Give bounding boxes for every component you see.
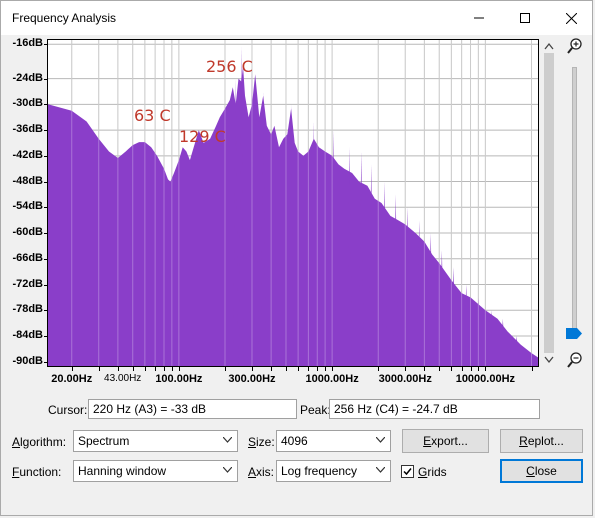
spectrum-chart xyxy=(48,40,538,366)
x-tick-mark xyxy=(117,367,119,371)
y-tick-label: -90dB xyxy=(12,354,43,367)
function-value: Hanning window xyxy=(78,464,167,478)
y-tick-label: -84dB xyxy=(12,328,43,341)
x-tick-mark xyxy=(285,367,287,371)
x-tick-mark xyxy=(298,367,300,371)
maximize-icon xyxy=(520,13,530,23)
x-tick-mark xyxy=(424,367,426,371)
chevron-down-icon xyxy=(223,467,232,473)
export-button[interactable]: Export... xyxy=(402,429,489,453)
size-select[interactable]: 4096 xyxy=(276,430,391,452)
x-tick-mark xyxy=(271,367,273,371)
zoom-slider-thumb[interactable] xyxy=(566,328,582,339)
close-window-button[interactable] xyxy=(548,1,592,35)
y-tick-label: -36dB xyxy=(12,123,43,136)
algorithm-select[interactable]: Spectrum xyxy=(73,430,238,452)
zoom-slider-track[interactable] xyxy=(572,67,577,339)
chevron-down-icon xyxy=(223,437,232,443)
zoom-out-button[interactable] xyxy=(567,352,583,371)
algorithm-value: Spectrum xyxy=(78,434,130,448)
axis-value: Log frequency xyxy=(281,464,358,478)
y-tick-label: -60dB xyxy=(12,226,43,239)
window-title: Frequency Analysis xyxy=(12,11,117,25)
y-tick-label: -48dB xyxy=(12,174,43,187)
x-tick-mark xyxy=(485,367,487,371)
spectrum-plot[interactable] xyxy=(47,39,539,367)
x-tick-mark xyxy=(71,367,73,371)
close-icon xyxy=(565,12,577,24)
x-tick-mark xyxy=(178,367,180,371)
function-select[interactable]: Hanning window xyxy=(73,460,238,482)
cursor-label: Cursor: xyxy=(48,403,88,417)
algorithm-label-rest: lgorithm: xyxy=(20,435,67,449)
x-tick-label: 20.00Hz xyxy=(51,373,93,385)
x-tick-mark xyxy=(531,367,533,371)
plot-scrollbar[interactable] xyxy=(542,39,556,367)
x-tick-label: 3000.00Hz xyxy=(378,373,432,385)
cursor-readout: 220 Hz (A3) = -33 dB xyxy=(88,399,297,419)
chevron-down-icon xyxy=(376,467,385,473)
y-tick-label: -66dB xyxy=(12,251,43,264)
zoom-in-icon xyxy=(567,38,582,54)
size-label: Size: xyxy=(248,435,275,449)
x-tick-mark xyxy=(478,367,480,371)
annotation-256c: 256 C xyxy=(206,57,253,76)
x-tick-mark xyxy=(325,367,327,371)
axis-label: Axis: xyxy=(248,465,275,479)
x-tick-label: 300.00Hz xyxy=(228,373,276,385)
x-tick-mark xyxy=(171,367,173,371)
x-tick-mark xyxy=(144,367,146,371)
x-tick-mark xyxy=(164,367,165,371)
chevron-down-icon xyxy=(376,437,385,443)
minimize-icon xyxy=(474,17,484,19)
annotation-129c: 129 C xyxy=(179,127,226,146)
y-tick-label: -24dB xyxy=(12,71,43,84)
y-tick-label: -78dB xyxy=(12,303,43,316)
x-tick-mark xyxy=(461,367,463,371)
algorithm-label: Algorithm: xyxy=(12,435,67,449)
check-icon xyxy=(403,468,412,476)
x-tick-label: 100.00Hz xyxy=(155,373,203,385)
x-tick-mark xyxy=(470,367,472,371)
y-tick-label: -16dB xyxy=(12,37,43,50)
y-tick-label: -54dB xyxy=(12,200,43,213)
x-tick-mark xyxy=(308,367,310,371)
x-tick-mark xyxy=(132,367,134,371)
close-button[interactable]: Close xyxy=(500,459,583,483)
x-tick-label: 10000.00Hz xyxy=(455,373,516,385)
zoom-out-icon xyxy=(567,352,582,368)
scrollbar-arrows xyxy=(542,39,556,367)
x-tick-mark xyxy=(405,367,407,371)
annotation-63c: 63 C xyxy=(134,106,171,125)
size-value: 4096 xyxy=(281,434,308,448)
x-tick-label: 43.00Hz xyxy=(104,373,142,384)
axis-select[interactable]: Log frequency xyxy=(276,460,391,482)
x-tick-label: 1000.00Hz xyxy=(305,373,359,385)
y-tick-label: -42dB xyxy=(12,148,43,161)
x-tick-mark xyxy=(251,367,253,371)
function-label: Function: xyxy=(12,465,62,479)
minimize-button[interactable] xyxy=(456,1,502,35)
peak-label: Peak: xyxy=(300,403,331,417)
peak-readout: 256 Hz (C4) = -24.7 dB xyxy=(329,399,540,419)
x-tick-mark xyxy=(155,367,157,371)
title-bar: Frequency Analysis xyxy=(1,1,592,35)
maximize-button[interactable] xyxy=(502,1,548,35)
x-tick-mark xyxy=(451,367,453,371)
frequency-analysis-window: Frequency Analysis -16dB -24dB -30dB -36dB -… xyxy=(0,0,593,516)
x-tick-mark xyxy=(332,367,334,371)
window-bottom-edge xyxy=(1,507,592,515)
x-tick-mark xyxy=(224,367,226,371)
x-tick-mark xyxy=(98,367,100,371)
y-tick-label: -72dB xyxy=(12,277,43,290)
grids-checkbox[interactable] xyxy=(401,465,414,478)
zoom-in-button[interactable] xyxy=(567,38,583,57)
x-tick-mark xyxy=(378,367,380,371)
grids-label: Grids xyxy=(418,465,447,479)
replot-button[interactable]: Replot... xyxy=(500,429,583,453)
y-tick-label: -30dB xyxy=(12,97,43,110)
x-tick-mark xyxy=(317,367,319,371)
x-tick-mark xyxy=(439,367,441,371)
